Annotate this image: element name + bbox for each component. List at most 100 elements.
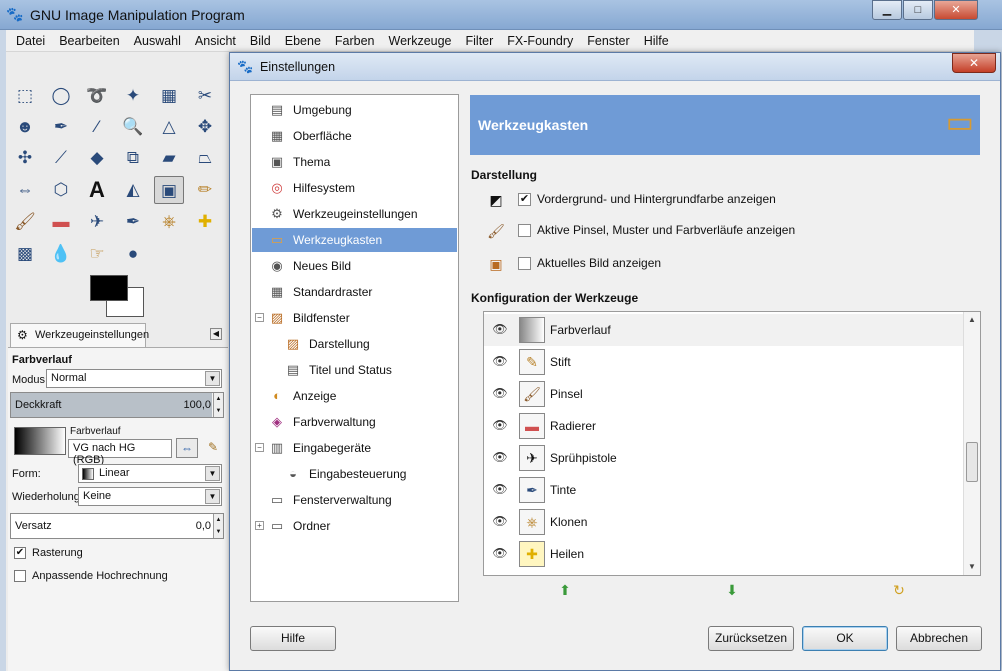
- reset-button[interactable]: Zurücksetzen: [708, 626, 794, 651]
- tool-row[interactable]: 👁 ✚ Heilen: [484, 538, 964, 570]
- perspective-tool-icon[interactable]: ⏢: [190, 144, 220, 172]
- nav-item-titel-und-status[interactable]: ▤ Titel und Status: [283, 358, 457, 382]
- paths-tool-icon[interactable]: ✒: [46, 113, 76, 141]
- versatz-spinner[interactable]: ▲ ▼: [213, 514, 223, 538]
- tool-row[interactable]: 👁 ✒ Tinte: [484, 474, 964, 506]
- menu-fx-foundry[interactable]: FX-Foundry: [507, 34, 573, 48]
- tool-row[interactable]: 👁 ⎈ Klonen: [484, 506, 964, 538]
- nav-item-umgebung[interactable]: ▤ Umgebung: [267, 98, 457, 122]
- nav-item-farbverwaltung[interactable]: ◈ Farbverwaltung: [267, 410, 457, 434]
- menu-hilfe[interactable]: Hilfe: [644, 34, 669, 48]
- gradient-name-field[interactable]: VG nach HG (RGB): [68, 439, 172, 466]
- expand-ordner-icon[interactable]: +: [255, 521, 264, 530]
- minimize-button[interactable]: ▁: [872, 0, 902, 20]
- collapse-eingabegeraete-icon[interactable]: −: [255, 443, 264, 452]
- foreground-select-tool-icon[interactable]: ☻: [10, 113, 40, 141]
- crop-tool-icon[interactable]: ⟋: [46, 144, 76, 172]
- eye-icon[interactable]: 👁: [492, 514, 508, 528]
- nav-item-eingabesteuerung[interactable]: ◒ Eingabesteuerung: [283, 462, 457, 486]
- fg-bg-checkbox[interactable]: ✔: [518, 193, 531, 206]
- cancel-button[interactable]: Abbrechen: [896, 626, 982, 651]
- eye-icon[interactable]: 👁: [492, 546, 508, 560]
- dialog-titlebar[interactable]: 🐾 Einstellungen ✕: [230, 53, 1000, 81]
- gradient-tool-icon[interactable]: ▣: [154, 176, 184, 204]
- tool-row[interactable]: 👁 ▬ Radierer: [484, 410, 964, 442]
- ellipse-select-tool-icon[interactable]: ◯: [46, 82, 76, 110]
- versatz-slider[interactable]: Versatz 0,0 ▲ ▼: [10, 513, 224, 539]
- menu-auswahl[interactable]: Auswahl: [134, 34, 181, 48]
- nav-item-oberflaeche[interactable]: ▦ Oberfläche: [267, 124, 457, 148]
- free-select-tool-icon[interactable]: ➰: [82, 82, 112, 110]
- collapse-bildfenster-icon[interactable]: −: [255, 313, 264, 322]
- measure-tool-icon[interactable]: △: [154, 113, 184, 141]
- close-button[interactable]: ✕: [934, 0, 978, 20]
- eye-icon[interactable]: 👁: [492, 354, 508, 368]
- deckkraft-slider[interactable]: Deckkraft 100,0 ▲ ▼: [10, 392, 224, 418]
- nav-item-thema[interactable]: ▣ Thema: [267, 150, 457, 174]
- scale-tool-icon[interactable]: ⧉: [118, 144, 148, 172]
- dodge-burn-tool-icon[interactable]: ●: [118, 240, 148, 268]
- main-titlebar[interactable]: 🐾 GNU Image Manipulation Program ▁ □ ✕: [0, 0, 1002, 30]
- image-checkbox[interactable]: [518, 257, 531, 270]
- menu-bearbeiten[interactable]: Bearbeiten: [59, 34, 119, 48]
- rect-select-tool-icon[interactable]: ⬚: [10, 82, 40, 110]
- pencil-tool-icon[interactable]: ✏: [190, 176, 220, 204]
- align-tool-icon[interactable]: ✣: [10, 144, 40, 172]
- text-tool-icon[interactable]: A: [82, 176, 112, 204]
- menu-ebene[interactable]: Ebene: [285, 34, 321, 48]
- foreground-color-swatch[interactable]: [90, 275, 128, 301]
- dialog-close-button[interactable]: ✕: [952, 53, 996, 73]
- eraser-tool-icon[interactable]: ▬: [46, 208, 76, 236]
- airbrush-tool-icon[interactable]: ✈: [82, 208, 112, 236]
- tab-menu-icon[interactable]: ◀: [210, 328, 222, 340]
- color-picker-tool-icon[interactable]: ⁄: [82, 113, 112, 141]
- menu-filter[interactable]: Filter: [466, 34, 494, 48]
- deckkraft-spinner[interactable]: ▲ ▼: [213, 393, 223, 417]
- nav-item-fensterverwaltung[interactable]: ▭ Fensterverwaltung: [267, 488, 457, 512]
- rasterung-checkbox[interactable]: ✔: [14, 547, 26, 559]
- smudge-tool-icon[interactable]: ☞: [82, 240, 112, 268]
- nav-item-hilfesystem[interactable]: ◎ Hilfesystem: [267, 176, 457, 200]
- nav-item-werkzeugkasten[interactable]: ▭ Werkzeugkasten: [252, 228, 457, 252]
- nav-item-werkzeugeinstellungen[interactable]: ⚙ Werkzeugeinstellungen: [267, 202, 457, 226]
- tool-row[interactable]: 👁 🖌 Pinsel: [484, 378, 964, 410]
- nav-item-bildfenster[interactable]: ▨ Bildfenster: [267, 306, 457, 330]
- move-down-icon[interactable]: ⬇: [724, 582, 740, 598]
- heal-tool-icon[interactable]: ✚: [190, 208, 220, 236]
- rotate-tool-icon[interactable]: ◆: [82, 144, 112, 172]
- shear-tool-icon[interactable]: ▰: [154, 144, 184, 172]
- eye-icon[interactable]: 👁: [492, 482, 508, 496]
- gradient-preview[interactable]: [14, 427, 66, 455]
- move-up-icon[interactable]: ⬆: [557, 582, 573, 598]
- maximize-button[interactable]: □: [903, 0, 933, 20]
- tool-row[interactable]: 👁 ✈ Sprühpistole: [484, 442, 964, 474]
- tool-list-scrollbar[interactable]: ▲ ▼: [963, 312, 980, 575]
- menu-fenster[interactable]: Fenster: [587, 34, 629, 48]
- zoom-tool-icon[interactable]: 🔍: [118, 113, 148, 141]
- scroll-down-icon[interactable]: ▼: [964, 559, 980, 575]
- eye-icon[interactable]: 👁: [492, 418, 508, 432]
- clone-tool-icon[interactable]: ⎈: [154, 208, 184, 236]
- nav-item-darstellung[interactable]: ▨ Darstellung: [283, 332, 457, 356]
- tool-row[interactable]: 👁 Farbverlauf: [484, 314, 964, 346]
- paintbrush-tool-icon[interactable]: 🖌: [10, 208, 40, 236]
- flip-tool-icon[interactable]: ⇔: [10, 176, 40, 204]
- menu-datei[interactable]: Datei: [16, 34, 45, 48]
- menu-werkzeuge[interactable]: Werkzeuge: [389, 34, 452, 48]
- reverse-gradient-icon[interactable]: ⇔: [176, 438, 198, 458]
- modus-select[interactable]: Normal ▼: [46, 369, 222, 388]
- nav-item-eingabegeraete[interactable]: ▥ Eingabegeräte: [267, 436, 457, 460]
- blur-tool-icon[interactable]: 💧: [46, 240, 76, 268]
- brush-checkbox[interactable]: [518, 224, 531, 237]
- edit-gradient-icon[interactable]: ✎: [202, 438, 224, 458]
- scroll-thumb[interactable]: [966, 442, 978, 482]
- wiederholung-select[interactable]: Keine ▼: [78, 487, 222, 506]
- color-select-tool-icon[interactable]: ▦: [154, 82, 184, 110]
- help-button[interactable]: Hilfe: [250, 626, 336, 651]
- menu-ansicht[interactable]: Ansicht: [195, 34, 236, 48]
- perspective-clone-tool-icon[interactable]: ▩: [10, 240, 40, 268]
- eye-icon[interactable]: 👁: [492, 386, 508, 400]
- menu-farben[interactable]: Farben: [335, 34, 375, 48]
- scroll-up-icon[interactable]: ▲: [964, 312, 980, 328]
- cage-tool-icon[interactable]: ⬡: [46, 176, 76, 204]
